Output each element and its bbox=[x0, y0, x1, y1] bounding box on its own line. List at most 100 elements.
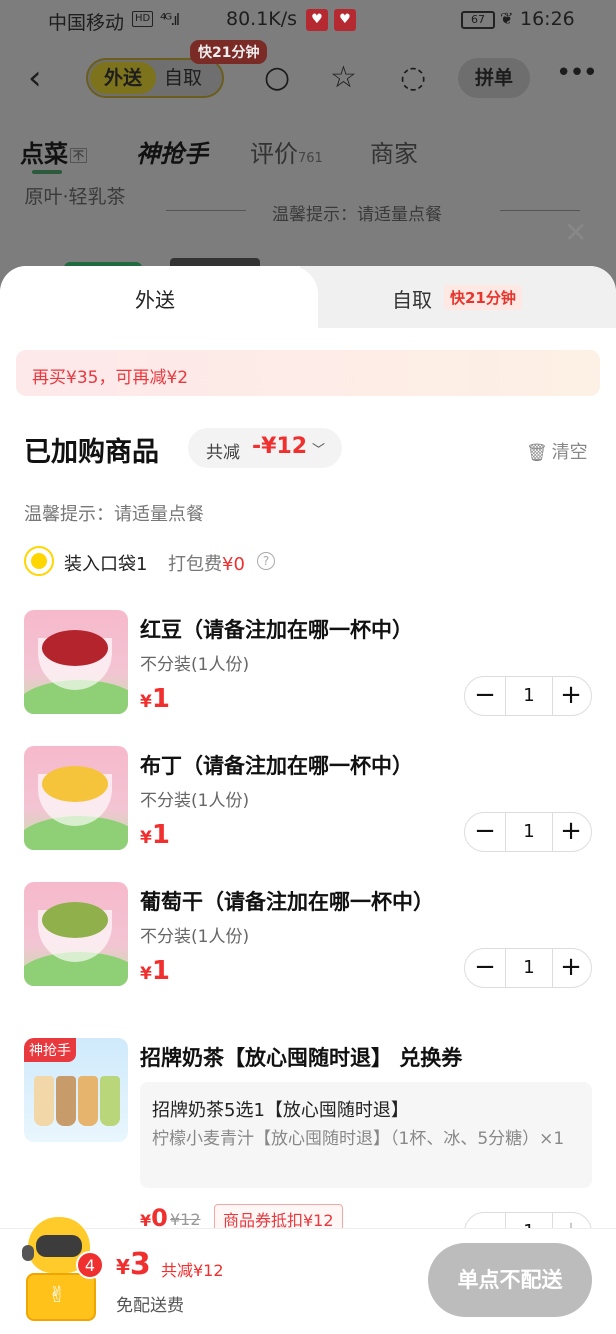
chevron-down-icon: ﹀ bbox=[312, 443, 326, 458]
more-icon[interactable]: ••• bbox=[556, 58, 598, 88]
total-price: ¥3 bbox=[116, 1247, 151, 1282]
promo-banner[interactable]: 再买¥35，可再减¥2 bbox=[16, 350, 600, 396]
cart-count-badge: 4 bbox=[76, 1251, 104, 1279]
item-thumbnail[interactable] bbox=[24, 746, 128, 850]
bag-radio[interactable] bbox=[24, 546, 54, 576]
help-icon[interactable]: ? bbox=[257, 552, 275, 570]
thumb-cup bbox=[56, 1076, 76, 1126]
reviews-count: 761 bbox=[298, 151, 323, 166]
notification-app-icon-2: ♥ bbox=[334, 9, 356, 31]
search-icon[interactable]: ○ bbox=[264, 60, 290, 96]
tab-order-badge: 不 bbox=[70, 148, 87, 163]
item-spec: 不分装(1人份) bbox=[140, 655, 250, 675]
quantity-value[interactable]: 1 bbox=[505, 813, 553, 851]
quantity-stepper: − 1 + bbox=[464, 676, 592, 716]
store-header: ‹ 外送 自取 快21分钟 ○ ☆ ◌ 拼单 ••• bbox=[0, 40, 616, 116]
quantity-stepper: − 1 + bbox=[464, 948, 592, 988]
packing-fee: 打包费¥0 bbox=[168, 554, 245, 575]
category-item[interactable]: 原叶·轻乳茶 bbox=[24, 183, 126, 211]
decrease-button[interactable]: − bbox=[465, 813, 505, 851]
voucher-detail: 招牌奶茶5选1【放心囤随时退】 柠檬小麦青汁【放心囤随时退】（1杯、冰、5分糖）… bbox=[140, 1082, 592, 1188]
increase-button[interactable]: + bbox=[551, 949, 591, 987]
notification-app-icon: ♥ bbox=[306, 9, 328, 31]
item-thumbnail[interactable]: 神抢手 bbox=[24, 1038, 128, 1142]
battery-icon: 67 bbox=[461, 11, 495, 29]
item-price: ¥1 bbox=[140, 684, 170, 714]
decrease-button[interactable]: − bbox=[465, 677, 505, 715]
item-spec: 不分装(1人份) bbox=[140, 927, 250, 947]
status-bar: 中国移动 HD ⁴ᴳ.ıl 80.1K/s ♥ ♥ 67 ❦ 16:26 bbox=[0, 0, 616, 42]
tab-delivery-label: 外送 bbox=[135, 288, 175, 312]
group-order-button[interactable]: 拼单 bbox=[458, 58, 530, 98]
cart-sheet-tabs: 外送 自取 快21分钟 bbox=[0, 266, 616, 328]
cart-item: 布丁（请备注加在哪一杯中） 不分装(1人份) ¥1 − 1 + bbox=[0, 746, 616, 876]
quantity-value[interactable]: 1 bbox=[505, 949, 553, 987]
tab-flash-deals[interactable]: 神抢手 bbox=[136, 134, 208, 169]
clear-cart-button[interactable]: 🗑 清空 bbox=[526, 438, 588, 464]
delivery-mode-toggle[interactable]: 外送 自取 bbox=[86, 58, 224, 98]
tab-merchant[interactable]: 商家 bbox=[370, 134, 418, 169]
original-price: ¥12 bbox=[170, 1210, 201, 1229]
item-spec: 不分装(1人份) bbox=[140, 791, 250, 811]
item-price: ¥1 bbox=[140, 956, 170, 986]
discount-amount: -¥12 bbox=[252, 434, 308, 459]
flash-deal-badge: 神抢手 bbox=[24, 1038, 76, 1062]
thumb-cup bbox=[78, 1076, 98, 1126]
checkout-button[interactable]: 单点不配送 bbox=[428, 1243, 592, 1317]
quantity-value[interactable]: 1 bbox=[505, 677, 553, 715]
quantity-stepper: − 1 + bbox=[464, 812, 592, 852]
delivery-fee-note: 免配送费 bbox=[116, 1296, 184, 1316]
decrease-button[interactable]: − bbox=[465, 949, 505, 987]
close-icon[interactable]: ✕ bbox=[564, 216, 587, 249]
cart-item-voucher: 神抢手 招牌奶茶【放心囤随时退】 兑换券 招牌奶茶5选1【放心囤随时退】 柠檬小… bbox=[0, 1038, 616, 1252]
back-icon[interactable]: ‹ bbox=[28, 60, 42, 96]
hd-badge: HD bbox=[132, 11, 154, 27]
item-name[interactable]: 招牌奶茶【放心囤随时退】 兑换券 bbox=[140, 1042, 462, 1072]
item-thumbnail[interactable] bbox=[24, 610, 128, 714]
item-thumbnail[interactable] bbox=[24, 882, 128, 986]
voucher-title: 招牌奶茶5选1【放心囤随时退】 bbox=[152, 1100, 409, 1121]
bag-label: 装入口袋1 bbox=[64, 554, 148, 575]
network-speed: 80.1K/s bbox=[226, 8, 298, 30]
thumb-food bbox=[42, 766, 108, 802]
tab-pickup-label: 自取 bbox=[392, 288, 432, 312]
favorite-star-icon[interactable]: ☆ bbox=[330, 60, 357, 96]
signal-icon: ⁴ᴳ.ıl bbox=[160, 10, 180, 29]
increase-button[interactable]: + bbox=[551, 813, 591, 851]
cart-sheet: 外送 自取 快21分钟 再买¥35，可再减¥2 已加购商品 共减 -¥12 ﹀ … bbox=[0, 266, 616, 1334]
background-tip: 温馨提示：请适量点餐 bbox=[272, 205, 442, 225]
discount-label: 共减 bbox=[206, 443, 240, 463]
thumb-cup bbox=[100, 1076, 120, 1126]
increase-button[interactable]: + bbox=[551, 677, 591, 715]
cart-tip: 温馨提示：请适量点餐 bbox=[24, 504, 204, 525]
voucher-option: 柠檬小麦青汁【放心囤随时退】（1杯、冰、5分糖）×1 bbox=[152, 1129, 565, 1149]
power-saving-icon: ❦ bbox=[500, 9, 514, 28]
trash-icon: 🗑 bbox=[526, 443, 548, 463]
cart-icon[interactable]: ✌ 4 bbox=[18, 1217, 104, 1327]
carrier-name: 中国移动 bbox=[48, 12, 125, 34]
divider bbox=[166, 210, 246, 211]
thumb-cup bbox=[34, 1076, 54, 1126]
divider bbox=[500, 210, 580, 211]
checkout-bar: ✌ 4 ¥3 共减¥12 免配送费 单点不配送 bbox=[0, 1217, 616, 1334]
cart-item: 葡萄干（请备注加在哪一杯中） 不分装(1人份) ¥1 − 1 + bbox=[0, 882, 616, 1012]
store-tabs: 点菜不 神抢手 评价761 商家 bbox=[0, 130, 616, 178]
promo-text: 再买¥35，可再减¥2 bbox=[32, 368, 189, 388]
item-name[interactable]: 葡萄干（请备注加在哪一杯中） bbox=[140, 886, 434, 916]
mascot-ear bbox=[22, 1245, 34, 1261]
mascot-visor bbox=[36, 1235, 82, 1257]
tab-order[interactable]: 点菜不 bbox=[20, 134, 87, 169]
mode-delivery[interactable]: 外送 bbox=[90, 62, 156, 94]
item-name[interactable]: 布丁（请备注加在哪一杯中） bbox=[140, 750, 413, 780]
tab-reviews[interactable]: 评价761 bbox=[250, 134, 323, 169]
cart-item: 红豆（请备注加在哪一杯中） 不分装(1人份) ¥1 − 1 + bbox=[0, 610, 616, 740]
bag-radio-dot bbox=[31, 553, 47, 569]
message-icon[interactable]: ◌ bbox=[400, 60, 426, 96]
paw-icon: ✌ bbox=[48, 1283, 67, 1308]
tab-active-indicator bbox=[32, 170, 62, 174]
discount-summary-button[interactable]: 共减 -¥12 ﹀ bbox=[188, 428, 342, 468]
clock: 16:26 bbox=[520, 8, 575, 30]
mode-pickup[interactable]: 自取 bbox=[164, 62, 220, 94]
thumb-food bbox=[42, 630, 108, 666]
item-name[interactable]: 红豆（请备注加在哪一杯中） bbox=[140, 614, 413, 644]
